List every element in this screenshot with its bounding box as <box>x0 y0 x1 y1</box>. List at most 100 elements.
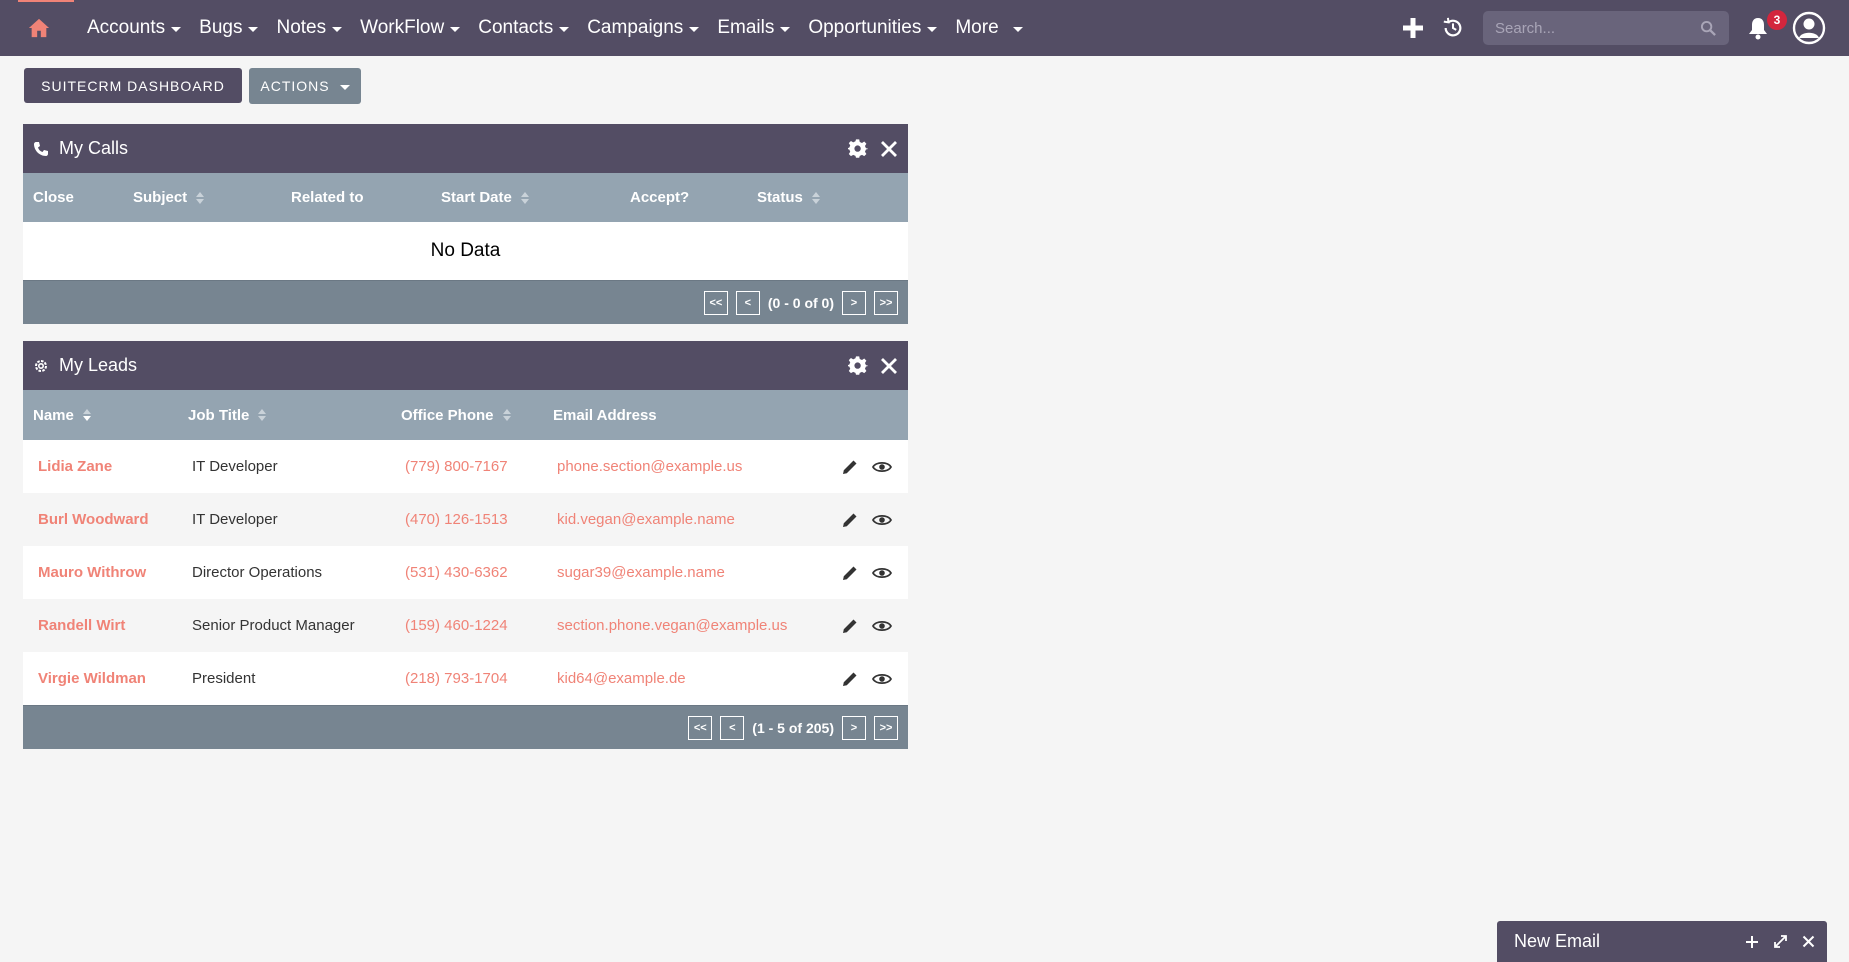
dashlet-title: My Calls <box>59 138 129 158</box>
global-search[interactable] <box>1483 11 1729 45</box>
next-page-button[interactable]: > <box>842 290 866 315</box>
column-job-title[interactable]: Job Title <box>188 390 267 440</box>
gear-icon[interactable] <box>848 138 868 159</box>
edit-pencil-icon[interactable] <box>842 671 858 687</box>
dashboard-tab-button[interactable]: SUITECRM DASHBOARD <box>24 68 242 103</box>
lead-name-link[interactable]: Randell Wirt <box>38 617 125 634</box>
notifications-button[interactable]: 3 <box>1743 8 1787 48</box>
lead-email-link[interactable]: kid64@example.de <box>557 670 686 687</box>
row-actions <box>842 493 892 546</box>
edit-pencil-icon[interactable] <box>842 565 858 581</box>
close-icon[interactable] <box>1802 935 1815 948</box>
edit-pencil-icon[interactable] <box>842 618 858 634</box>
view-eye-icon[interactable] <box>872 619 892 633</box>
nav-opportunities[interactable]: Opportunities <box>799 0 946 56</box>
calls-pagination: << < (0 - 0 of 0) > >> <box>23 280 908 324</box>
nav-contacts[interactable]: Contacts <box>469 0 578 56</box>
last-page-button[interactable]: >> <box>874 715 898 740</box>
calls-table-header: Close Subject Related to Start Date Acce… <box>23 173 908 222</box>
nav-campaigns[interactable]: Campaigns <box>578 0 708 56</box>
chevron-down-icon <box>332 26 343 32</box>
last-page-button[interactable]: >> <box>874 290 898 315</box>
quick-create-button[interactable] <box>1393 8 1433 48</box>
sort-icon <box>811 191 820 204</box>
chevron-down-icon <box>171 26 182 32</box>
column-subject[interactable]: Subject <box>133 173 205 222</box>
column-name[interactable]: Name <box>33 390 91 440</box>
search-input[interactable] <box>1495 19 1700 37</box>
pager: << < (0 - 0 of 0) > >> <box>703 281 898 324</box>
lead-job-title: IT Developer <box>192 511 278 528</box>
lead-email-link[interactable]: sugar39@example.name <box>557 564 725 581</box>
lead-job-title: Director Operations <box>192 564 323 581</box>
view-eye-icon[interactable] <box>872 460 892 474</box>
lead-job-title: President <box>192 670 256 687</box>
close-icon[interactable] <box>880 357 898 375</box>
chevron-down-icon <box>248 26 259 32</box>
home-button[interactable] <box>0 0 78 56</box>
nav-emails[interactable]: Emails <box>708 0 799 56</box>
lead-email-link[interactable]: section.phone.vegan@example.us <box>557 617 787 634</box>
recently-viewed-button[interactable] <box>1435 8 1471 48</box>
lead-name-link[interactable]: Virgie Wildman <box>38 670 146 687</box>
lead-email-link[interactable]: kid.vegan@example.name <box>557 511 735 528</box>
column-close: Close <box>33 189 74 206</box>
phone-icon <box>34 141 48 156</box>
first-page-button[interactable]: << <box>703 290 728 315</box>
prev-page-button[interactable]: < <box>735 290 760 315</box>
row-actions <box>842 599 892 652</box>
lead-job-title: Senior Product Manager <box>192 617 355 634</box>
edit-pencil-icon[interactable] <box>842 459 858 475</box>
view-eye-icon[interactable] <box>872 513 892 527</box>
table-row: Burl Woodward IT Developer (470) 126-151… <box>23 493 908 546</box>
lead-phone-link[interactable]: (779) 800-7167 <box>405 458 508 475</box>
edit-pencil-icon[interactable] <box>842 512 858 528</box>
prev-page-button[interactable]: < <box>720 715 745 740</box>
table-row: Lidia Zane IT Developer (779) 800-7167 p… <box>23 440 908 493</box>
plus-icon[interactable] <box>1745 935 1759 949</box>
lead-phone-link[interactable]: (531) 430-6362 <box>405 564 508 581</box>
nav-notes[interactable]: Notes <box>267 0 351 56</box>
lead-phone-link[interactable]: (470) 126-1513 <box>405 511 508 528</box>
new-email-panel[interactable]: New Email <box>1497 921 1827 962</box>
chevron-down-icon <box>927 26 938 32</box>
lead-email-link[interactable]: phone.section@example.us <box>557 458 742 475</box>
gear-icon[interactable] <box>848 355 868 376</box>
first-page-button[interactable]: << <box>688 715 713 740</box>
lead-phone-link[interactable]: (159) 460-1224 <box>405 617 508 634</box>
nav-more[interactable]: More <box>946 0 1031 56</box>
lead-name-link[interactable]: Mauro Withrow <box>38 564 146 581</box>
lead-phone-link[interactable]: (218) 793-1704 <box>405 670 508 687</box>
actions-dropdown-button[interactable]: ACTIONS <box>249 68 361 104</box>
column-status[interactable]: Status <box>757 173 820 222</box>
history-icon <box>1443 17 1462 37</box>
column-office-phone[interactable]: Office Phone <box>401 390 511 440</box>
close-icon[interactable] <box>880 140 898 158</box>
table-row: Mauro Withrow Director Operations (531) … <box>23 546 908 599</box>
view-eye-icon[interactable] <box>872 672 892 686</box>
dashlet-actions <box>848 124 898 173</box>
sort-icon <box>502 409 511 421</box>
chevron-down-icon <box>339 84 350 90</box>
page-range: (0 - 0 of 0) <box>767 294 834 311</box>
leads-table-header: Name Job Title Office Phone Email Addres… <box>23 390 908 440</box>
nav-workflow[interactable]: WorkFlow <box>351 0 469 56</box>
column-start-date[interactable]: Start Date <box>441 173 529 222</box>
pager: << < (1 - 5 of 205) > >> <box>688 706 898 749</box>
expand-icon[interactable] <box>1773 934 1788 949</box>
new-email-actions <box>1745 921 1815 962</box>
row-actions <box>842 652 892 705</box>
lead-name-link[interactable]: Burl Woodward <box>38 511 149 528</box>
row-actions <box>842 440 892 493</box>
nav-bugs[interactable]: Bugs <box>190 0 267 56</box>
nav-accounts[interactable]: Accounts <box>78 0 190 56</box>
chevron-down-icon <box>450 26 461 32</box>
user-menu-button[interactable] <box>1789 8 1829 48</box>
search-icon[interactable] <box>1700 20 1717 37</box>
dashlet-header: My Leads <box>23 341 908 390</box>
view-eye-icon[interactable] <box>872 566 892 580</box>
chevron-down-icon <box>559 26 570 32</box>
lead-name-link[interactable]: Lidia Zane <box>38 458 112 475</box>
active-indicator <box>18 0 74 2</box>
next-page-button[interactable]: > <box>842 715 866 740</box>
